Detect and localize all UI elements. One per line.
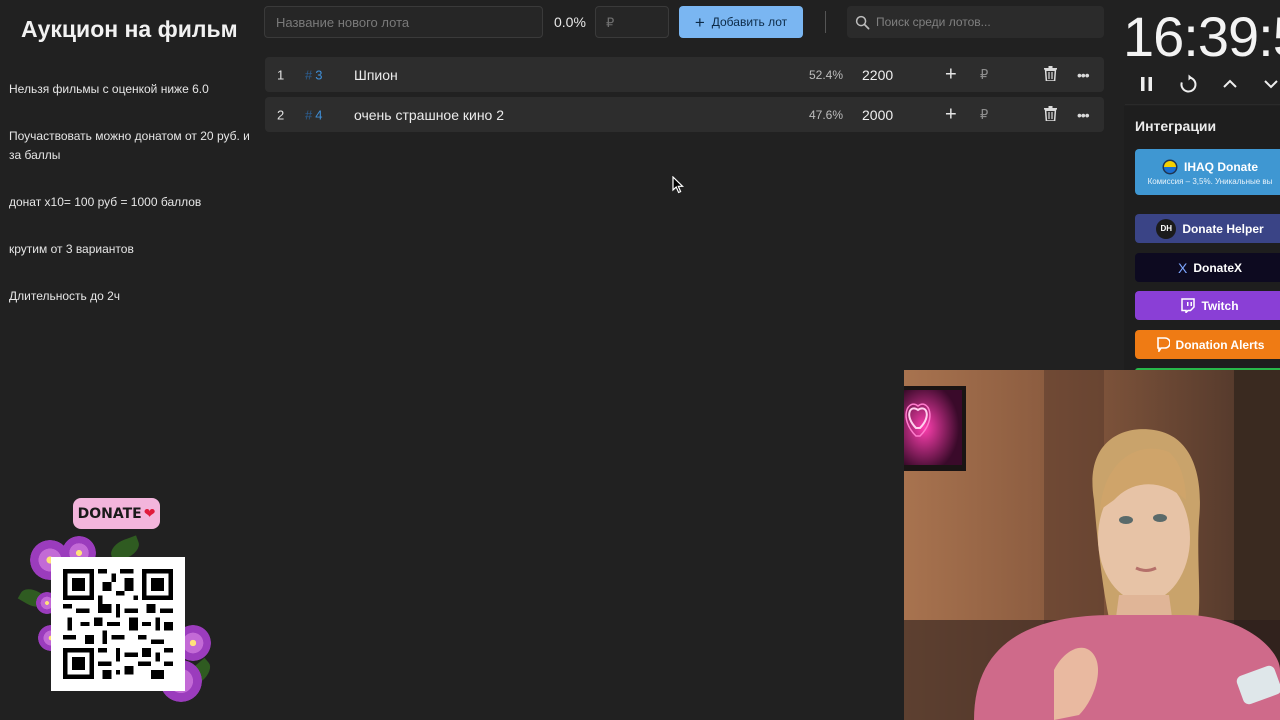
donatex-logo-icon: X (1177, 259, 1188, 276)
donate-badge-label: DONATE (77, 505, 142, 522)
integration-subtitle: Комиссия – 3,5%. Уникальные вы (1147, 176, 1273, 186)
pause-icon (1141, 77, 1152, 91)
heart-icon: ❤ (143, 505, 156, 522)
integration-label: Donate Helper (1182, 221, 1264, 236)
hash-icon: # (305, 67, 313, 82)
lot-currency[interactable]: ₽ (980, 67, 988, 83)
panel-divider (1125, 104, 1280, 105)
more-options-button[interactable]: ••• (1077, 67, 1090, 83)
trash-icon (1044, 105, 1057, 122)
restart-icon (1180, 74, 1197, 93)
lot-amount[interactable]: 2000 (862, 107, 893, 123)
reset-timer-button[interactable] (1178, 74, 1199, 100)
integration-label: IHAQ Donate (1183, 159, 1258, 174)
new-lot-name-input[interactable] (264, 6, 543, 38)
lot-index: 2 (277, 107, 285, 122)
ihaq-logo-icon (1162, 159, 1178, 174)
delete-lot-button[interactable] (1044, 105, 1057, 124)
lot-percent: 52.4% (809, 67, 844, 82)
timer-display: 16:39:5 (1123, 5, 1280, 68)
add-amount-button[interactable]: + (945, 103, 957, 126)
pause-button[interactable] (1139, 74, 1154, 99)
rule-text: Длительность до 2ч (9, 289, 121, 303)
add-lot-button[interactable]: + Добавить лот (679, 6, 803, 38)
lot-id[interactable]: #3 (305, 67, 322, 82)
rule-text: донат x10= 100 руб = 1000 баллов (9, 195, 202, 209)
app-title: Аукцион на фильм (21, 16, 238, 42)
new-lot-amount-input[interactable] (595, 6, 669, 38)
rule-text: Поучаствовать можно донатом от 20 руб. и… (9, 129, 250, 162)
lot-name[interactable]: Шпион (354, 67, 398, 83)
donation-alerts-logo-icon (1156, 337, 1170, 352)
chevron-down-icon (1264, 80, 1278, 89)
lot-index: 1 (277, 67, 285, 82)
lot-currency[interactable]: ₽ (980, 107, 988, 123)
qr-code (51, 557, 185, 691)
integration-label: DonateX (1193, 260, 1243, 275)
mouse-cursor-icon (672, 176, 684, 194)
toolbar-divider (825, 11, 826, 33)
timer-up-button[interactable] (1221, 74, 1239, 99)
lot-name[interactable]: очень страшное кино 2 (354, 107, 504, 123)
search-icon (855, 15, 870, 29)
hash-icon: # (305, 107, 313, 122)
delete-lot-button[interactable] (1044, 65, 1057, 84)
qr-code-icon (63, 569, 173, 679)
webcam-video (904, 370, 1280, 720)
lot-id-number: 4 (315, 107, 323, 122)
add-amount-button[interactable]: + (945, 63, 957, 86)
search-input[interactable] (876, 15, 1096, 29)
integration-donatex[interactable]: X DonateX (1135, 253, 1280, 282)
lot-percent: 47.6% (809, 107, 844, 122)
new-lot-percent: 0.0% (554, 14, 586, 30)
donate-helper-logo-icon: DH (1156, 218, 1177, 239)
integration-donate-helper[interactable]: DH Donate Helper (1135, 214, 1280, 243)
search-box[interactable] (847, 6, 1104, 38)
integration-header: IHAQ Donate (1162, 159, 1258, 175)
more-options-button[interactable]: ••• (1077, 107, 1090, 123)
plus-icon: + (694, 12, 705, 32)
integration-twitch[interactable]: Twitch (1135, 291, 1280, 320)
rule-text: Нельзя фильмы с оценкой ниже 6.0 (9, 82, 209, 96)
integration-donation-alerts[interactable]: Donation Alerts (1135, 330, 1280, 359)
add-lot-label: Добавить лот (711, 15, 788, 29)
trash-icon (1044, 65, 1057, 82)
twitch-logo-icon (1181, 298, 1196, 313)
integration-ihaq-donate[interactable]: IHAQ Donate Комиссия – 3,5%. Уникальные … (1135, 149, 1280, 195)
rules-list: Нельзя фильмы с оценкой ниже 6.0 Поучаст… (9, 80, 254, 334)
integrations-title: Интеграции (1135, 118, 1217, 134)
rule-text: крутим от 3 вариантов (9, 242, 134, 256)
lot-id[interactable]: #4 (305, 107, 322, 122)
timer-down-button[interactable] (1262, 74, 1280, 99)
lot-amount[interactable]: 2200 (862, 67, 893, 83)
integration-label: Twitch (1201, 298, 1239, 313)
lot-row[interactable]: 2 #4 очень страшное кино 2 47.6% 2000 + … (265, 97, 1104, 132)
integration-label: Donation Alerts (1175, 337, 1265, 352)
chevron-up-icon (1223, 79, 1237, 88)
donate-badge: DONATE ❤ (73, 498, 160, 529)
lot-id-number: 3 (315, 67, 323, 82)
lot-row[interactable]: 1 #3 Шпион 52.4% 2200 + ₽ ••• (265, 57, 1104, 92)
